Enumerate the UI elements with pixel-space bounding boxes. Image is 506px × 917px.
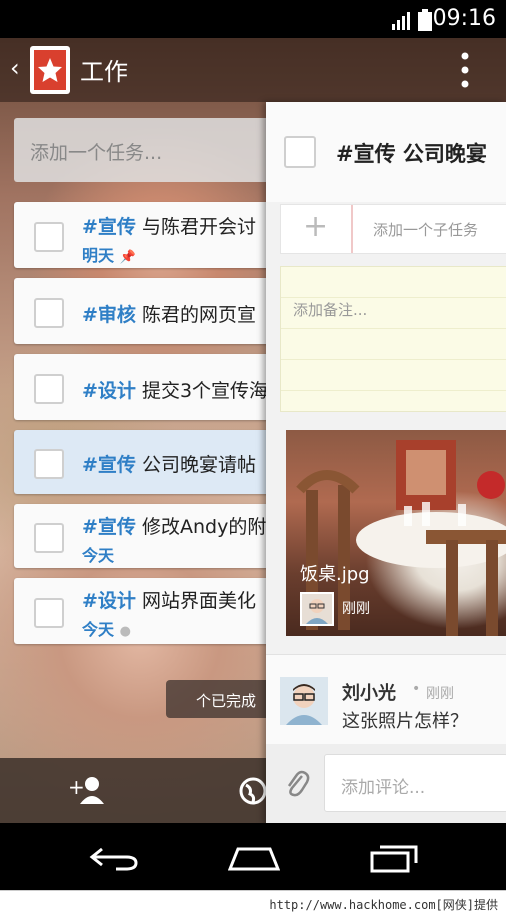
add-user-icon[interactable]: + bbox=[68, 774, 108, 806]
task-item[interactable]: #宣传 修改Andy的附 今天 bbox=[14, 504, 284, 568]
commenter-avatar bbox=[280, 677, 328, 725]
plus-icon: + bbox=[303, 209, 329, 244]
add-task-placeholder: 添加一个任务... bbox=[30, 142, 163, 164]
task-item[interactable]: #设计 网站界面美化 今天 ● bbox=[14, 578, 284, 644]
list-title: 工作 bbox=[80, 58, 128, 86]
attachment-card[interactable]: 饭桌.jpg 刚刚 bbox=[286, 430, 506, 636]
task-item[interactable]: #宣传 与陈君开会讨 明天 📌 bbox=[14, 202, 284, 268]
task-checkbox[interactable] bbox=[34, 523, 64, 553]
system-nav-bar bbox=[0, 823, 506, 890]
globe-icon[interactable] bbox=[238, 776, 268, 806]
completed-label: 个已完成 bbox=[196, 692, 257, 710]
add-comment-input[interactable]: 添加评论... bbox=[324, 754, 506, 812]
comment-bar: 添加评论... bbox=[266, 744, 506, 824]
comment-time: 刚刚 bbox=[426, 686, 454, 702]
signal-icon bbox=[392, 12, 410, 30]
detail-checkbox[interactable] bbox=[284, 136, 316, 168]
comment-icon: ● bbox=[119, 624, 131, 639]
task-checkbox[interactable] bbox=[34, 222, 64, 252]
add-subtask-row[interactable]: + 添加一个子任务 bbox=[280, 204, 506, 254]
task-due: 今天 bbox=[82, 546, 115, 565]
nav-home-icon[interactable] bbox=[228, 843, 280, 873]
clock: 09:16 bbox=[432, 6, 496, 31]
task-due: 今天 ● bbox=[82, 620, 131, 639]
task-item-selected[interactable]: #宣传 公司晚宴请帖 bbox=[14, 430, 284, 494]
comment-author: 刘小光 bbox=[342, 683, 396, 704]
task-title: #审核 陈君的网页宣 bbox=[82, 300, 256, 327]
task-text: 修改Andy的附 bbox=[141, 516, 267, 538]
task-tag[interactable]: #宣传 bbox=[82, 454, 136, 476]
nav-back-icon[interactable] bbox=[88, 843, 140, 873]
task-item[interactable]: #设计 提交3个宣传海 bbox=[14, 354, 284, 420]
task-detail-panel: #宣传 公司晚宴 + 添加一个子任务 添加备注... 饭桌.jpg 刚刚 刘小光… bbox=[266, 102, 506, 824]
nav-recents-icon[interactable] bbox=[368, 843, 420, 873]
task-item[interactable]: #审核 陈君的网页宣 bbox=[14, 278, 284, 344]
note-field[interactable]: 添加备注... bbox=[280, 266, 506, 412]
phone-screen: 09:16 ‹ 工作 添加一个任务... #宣传 与陈君开会讨 明天 📌 #审核… bbox=[0, 0, 506, 917]
detail-title[interactable]: #宣传 公司晚宴 bbox=[336, 138, 487, 168]
app-toolbar: ‹ 工作 bbox=[0, 38, 506, 102]
task-tag[interactable]: #审核 bbox=[82, 304, 136, 326]
task-tag[interactable]: #宣传 bbox=[82, 216, 136, 238]
detail-header: #宣传 公司晚宴 bbox=[266, 102, 506, 202]
task-checkbox[interactable] bbox=[34, 374, 64, 404]
add-comment-placeholder: 添加评论... bbox=[341, 778, 426, 798]
task-tag[interactable]: #设计 bbox=[82, 380, 136, 402]
task-title: #设计 提交3个宣传海 bbox=[82, 376, 268, 403]
task-title: #宣传 公司晚宴请帖 bbox=[82, 450, 256, 477]
pin-icon: 📌 bbox=[119, 250, 136, 265]
watermark-bar: http://www.hackhome.com[网侠]提供 bbox=[0, 890, 506, 917]
task-text: 网站界面美化 bbox=[141, 590, 256, 612]
add-subtask-placeholder: 添加一个子任务 bbox=[373, 221, 479, 239]
task-title: #宣传 修改Andy的附 bbox=[82, 512, 266, 539]
separator-dot: • bbox=[412, 681, 421, 697]
task-title: #设计 网站界面美化 bbox=[82, 586, 256, 613]
comment-text: 这张照片怎样？ bbox=[342, 711, 468, 732]
overflow-menu-icon[interactable] bbox=[458, 50, 472, 90]
task-tag[interactable]: #宣传 bbox=[82, 516, 136, 538]
task-title: #宣传 与陈君开会讨 bbox=[82, 212, 256, 239]
task-due: 明天 📌 bbox=[82, 246, 136, 265]
task-text: 陈君的网页宣 bbox=[141, 304, 256, 326]
attachment-time: 刚刚 bbox=[342, 601, 370, 617]
task-text: 提交3个宣传海 bbox=[141, 380, 269, 402]
comment-item: 刘小光 • 刚刚 这张照片怎样？ bbox=[266, 654, 506, 745]
list-bottom-bar: + bbox=[0, 758, 270, 824]
svg-text:+: + bbox=[68, 775, 85, 799]
note-placeholder: 添加备注... bbox=[293, 301, 368, 319]
divider bbox=[351, 205, 353, 253]
add-task-input[interactable]: 添加一个任务... bbox=[14, 118, 284, 182]
star-icon bbox=[38, 58, 62, 82]
task-text: 公司晚宴请帖 bbox=[141, 454, 256, 476]
avatar bbox=[300, 592, 334, 626]
battery-icon bbox=[418, 9, 432, 31]
task-checkbox[interactable] bbox=[34, 298, 64, 328]
app-logo[interactable] bbox=[30, 46, 70, 94]
task-checkbox[interactable] bbox=[34, 598, 64, 628]
task-text: 与陈君开会讨 bbox=[141, 216, 256, 238]
back-icon[interactable]: ‹ bbox=[10, 54, 20, 82]
attachment-filename: 饭桌.jpg bbox=[300, 564, 370, 585]
task-checkbox[interactable] bbox=[34, 449, 64, 479]
watermark-text: http://www.hackhome.com[网侠]提供 bbox=[269, 898, 498, 912]
status-bar: 09:16 bbox=[0, 0, 506, 38]
task-tag[interactable]: #设计 bbox=[82, 590, 136, 612]
attachment-icon[interactable] bbox=[284, 768, 310, 798]
